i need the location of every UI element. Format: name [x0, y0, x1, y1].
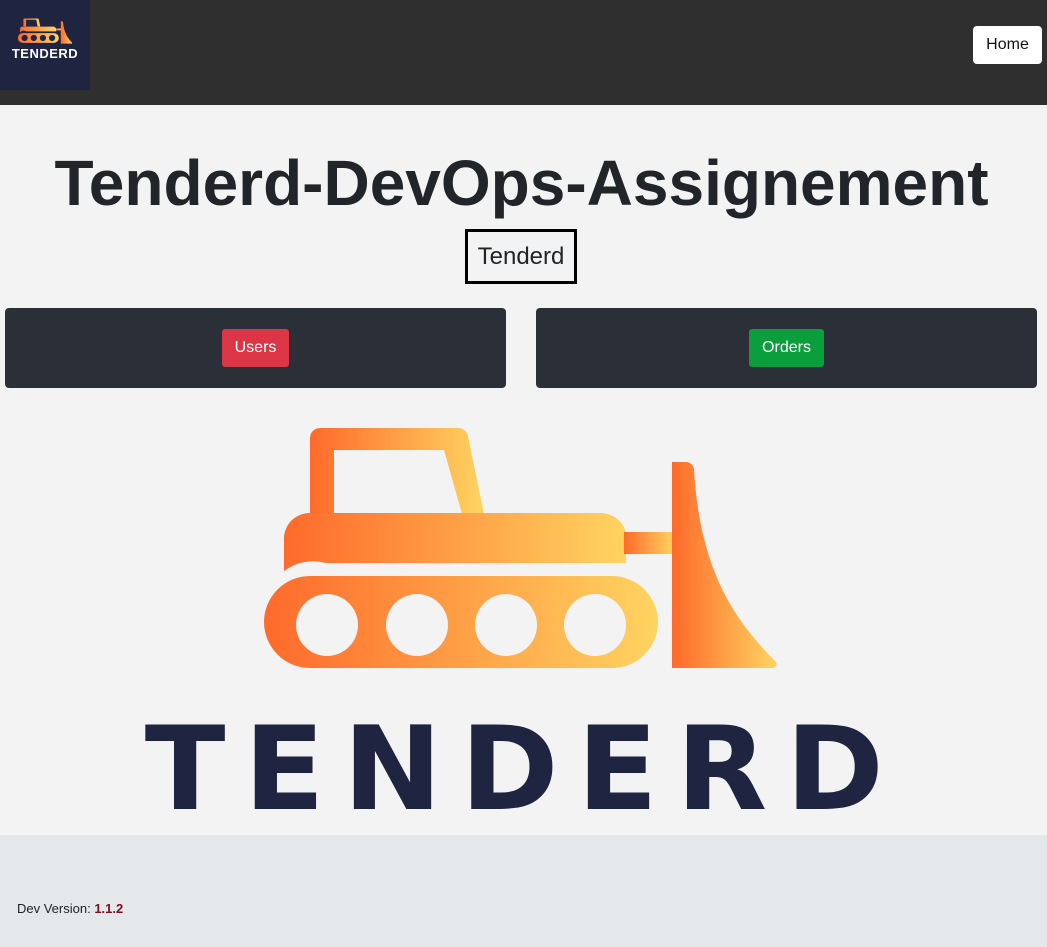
hero-wordmark: TENDERD — [144, 702, 903, 837]
orders-card: Orders — [536, 308, 1037, 388]
users-button[interactable]: Users — [222, 329, 289, 367]
footer: Dev Version: 1.1.2 — [0, 835, 1047, 947]
home-button[interactable]: Home — [973, 26, 1042, 64]
bulldozer-icon — [18, 18, 72, 44]
subtitle-box: Tenderd — [465, 229, 577, 284]
version-info: Dev Version: 1.1.2 — [17, 901, 123, 916]
bulldozer-icon — [264, 427, 777, 669]
version-label: Dev Version: — [17, 901, 91, 916]
users-card: Users — [5, 308, 506, 388]
nav-logo[interactable]: TENDERD — [0, 0, 90, 90]
orders-button[interactable]: Orders — [749, 329, 824, 367]
navbar: TENDERD Home — [0, 0, 1047, 105]
page-title: Tenderd-DevOps-Assignement — [54, 147, 989, 219]
version-number: 1.1.2 — [94, 901, 124, 916]
nav-logo-text: TENDERD — [11, 46, 79, 61]
